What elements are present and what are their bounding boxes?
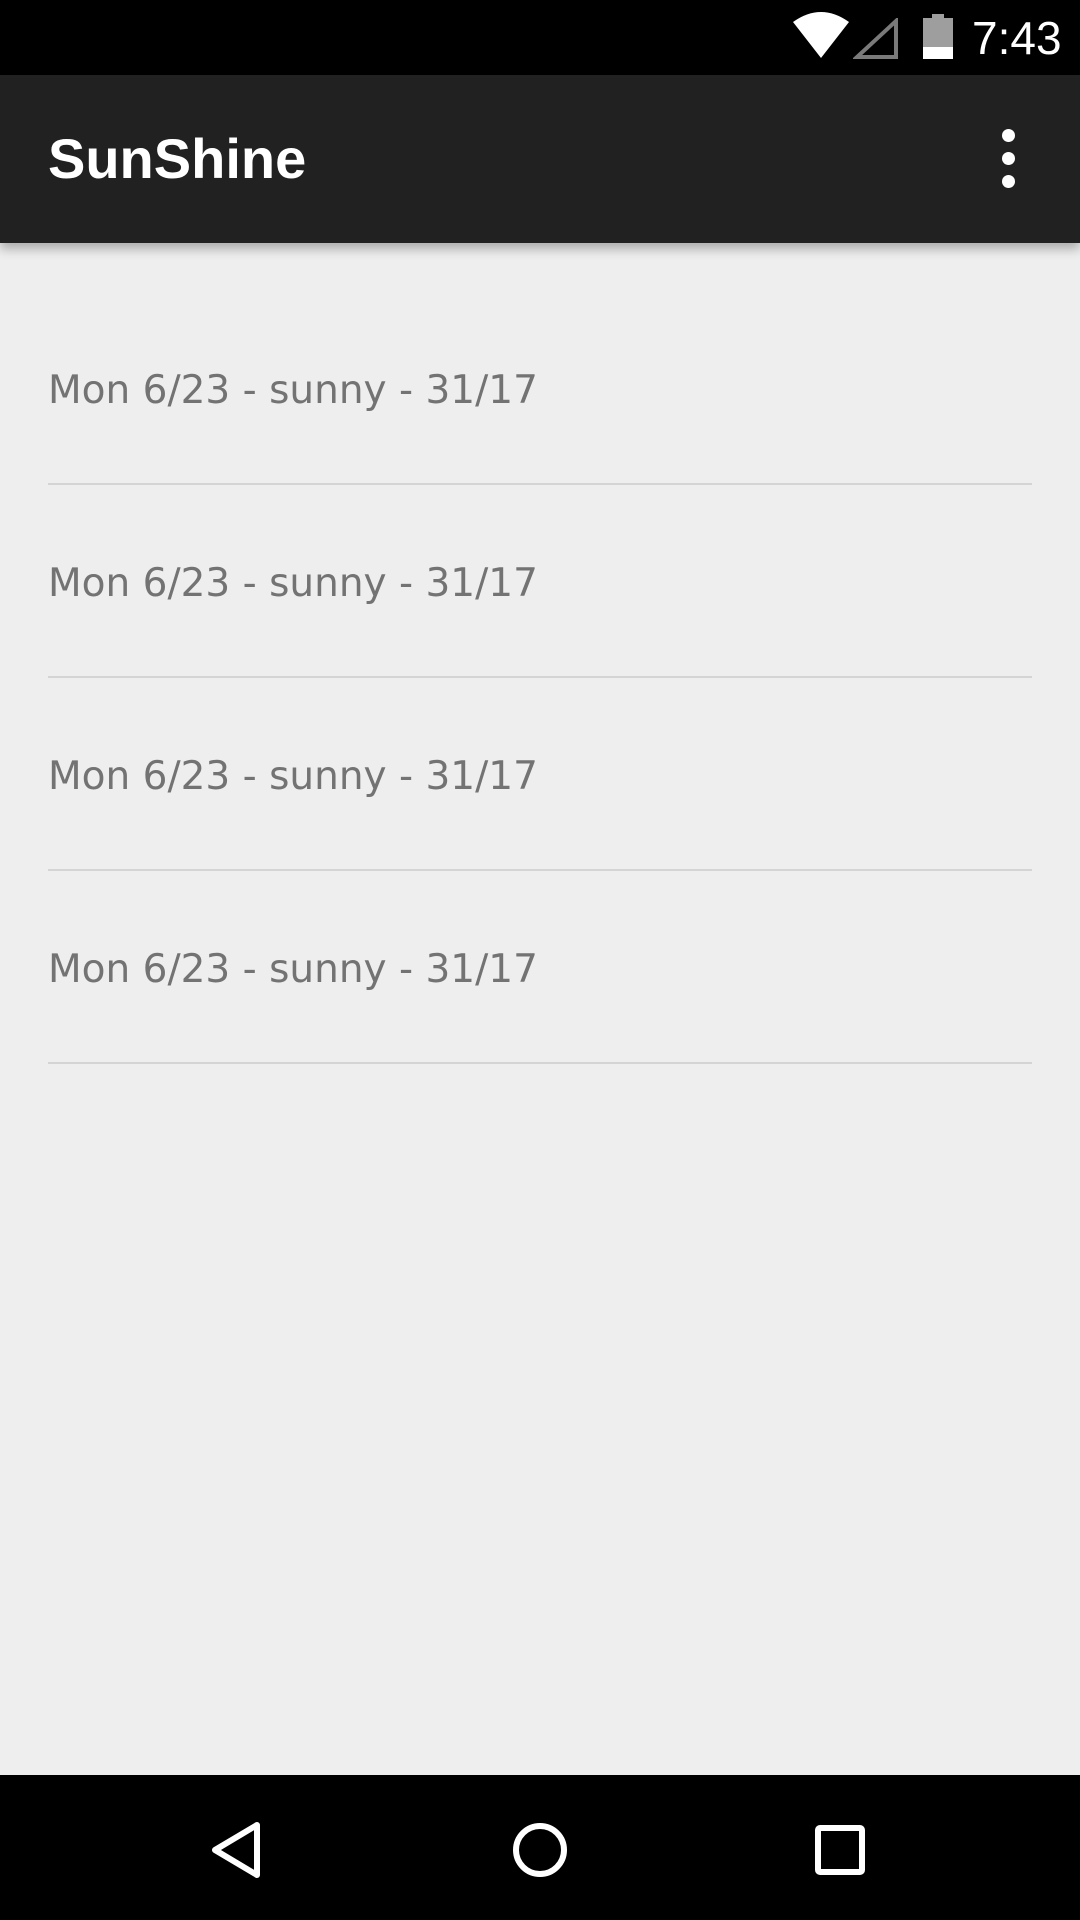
- list-item[interactable]: Mon 6/23 - sunny - 31/17: [48, 243, 1032, 485]
- menu-dot: [1002, 152, 1015, 165]
- back-icon[interactable]: [195, 1805, 285, 1895]
- menu-dot: [1002, 129, 1015, 142]
- forecast-list: Mon 6/23 - sunny - 31/17 Mon 6/23 - sunn…: [0, 243, 1080, 1064]
- battery-icon: [922, 14, 954, 64]
- navigation-bar: [0, 1775, 1080, 1920]
- cell-signal-icon: [851, 16, 899, 64]
- list-item[interactable]: Mon 6/23 - sunny - 31/17: [48, 678, 1032, 871]
- app-bar: SunShine: [0, 75, 1080, 243]
- screen: 7:43 SunShine Mon 6/23 - sunny - 31/17 M…: [0, 0, 1080, 1920]
- home-icon[interactable]: [495, 1805, 585, 1895]
- wifi-icon: [793, 12, 849, 62]
- status-clock: 7:43: [972, 12, 1062, 64]
- forecast-text: Mon 6/23 - sunny - 31/17: [48, 561, 538, 606]
- list-item[interactable]: Mon 6/23 - sunny - 31/17: [48, 485, 1032, 678]
- forecast-text: Mon 6/23 - sunny - 31/17: [48, 754, 538, 799]
- forecast-text: Mon 6/23 - sunny - 31/17: [48, 368, 538, 413]
- list-item[interactable]: Mon 6/23 - sunny - 31/17: [48, 871, 1032, 1064]
- menu-dot: [1002, 175, 1015, 188]
- recents-icon[interactable]: [795, 1805, 885, 1895]
- more-vert-icon[interactable]: [984, 127, 1032, 191]
- forecast-text: Mon 6/23 - sunny - 31/17: [48, 947, 538, 992]
- status-bar: 7:43: [0, 0, 1080, 75]
- app-title: SunShine: [48, 127, 307, 190]
